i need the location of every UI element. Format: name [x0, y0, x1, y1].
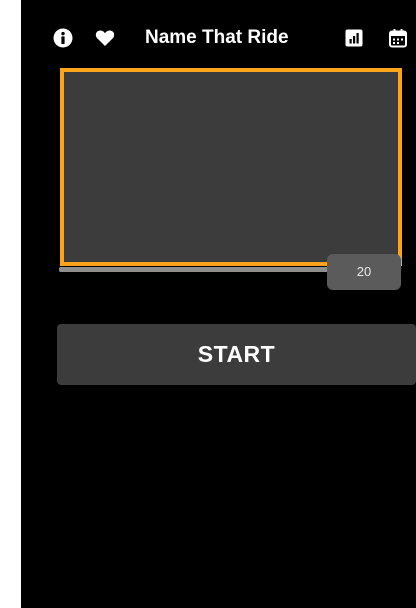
- calendar-icon[interactable]: [388, 28, 408, 48]
- heart-icon[interactable]: [95, 28, 115, 48]
- info-icon[interactable]: [53, 28, 73, 48]
- ride-image-frame: [60, 68, 402, 266]
- start-button[interactable]: START: [57, 324, 416, 385]
- stats-icon[interactable]: [344, 28, 364, 48]
- app-screen: Name That Ride 20 START: [21, 0, 416, 608]
- app-title: Name That Ride: [145, 27, 289, 48]
- top-bar: Name That Ride: [21, 20, 416, 56]
- slider-fill: [59, 267, 367, 272]
- slider-value-badge[interactable]: 20: [327, 254, 401, 290]
